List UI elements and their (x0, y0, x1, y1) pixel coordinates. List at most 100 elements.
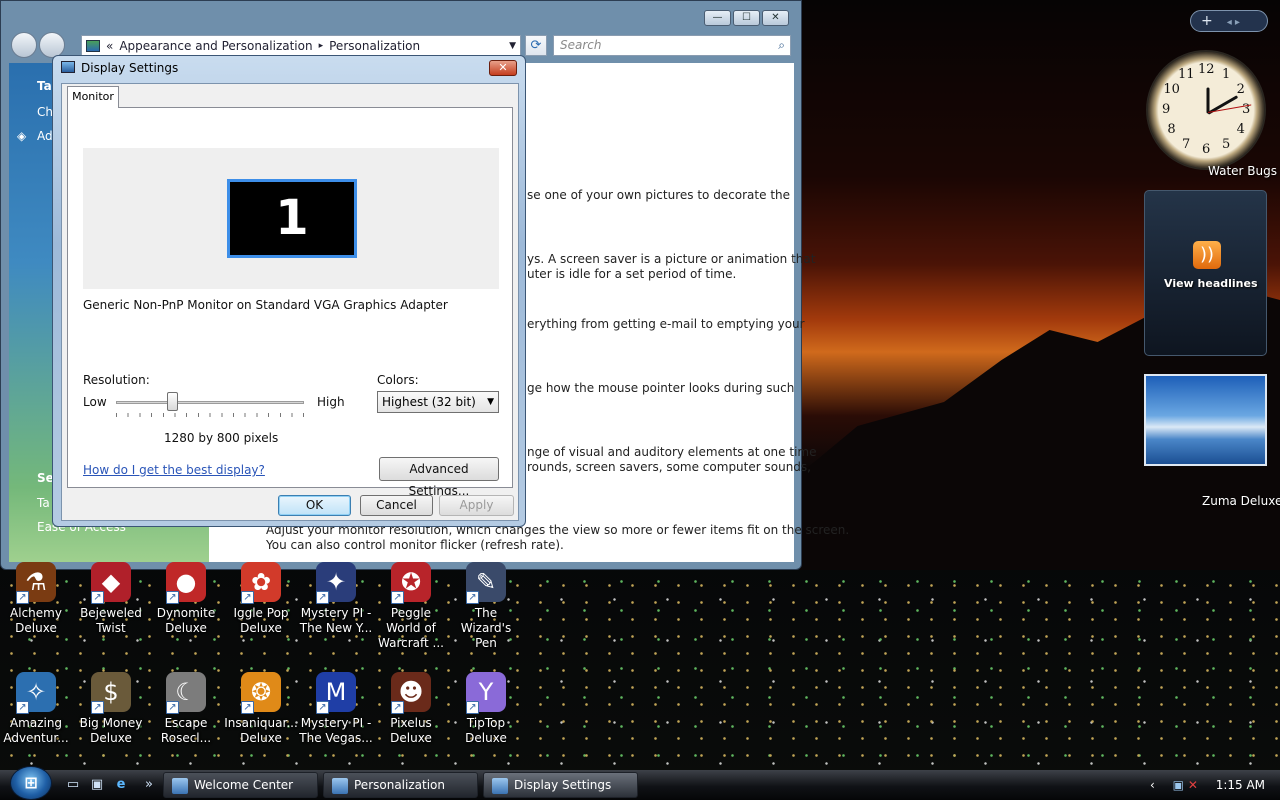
rss-feed-icon: )) (1193, 241, 1221, 269)
clock-gadget[interactable]: 12 1 2 3 4 5 6 7 8 9 10 11 (1146, 50, 1266, 170)
volume-muted-icon[interactable]: ✕ (1188, 778, 1198, 792)
search-input[interactable]: Search ⌕ (553, 35, 791, 56)
ok-button[interactable]: OK (278, 495, 351, 516)
desc-theme-1: nge of visual and auditory elements at o… (527, 445, 817, 459)
desktop-icon-peggle-world-of-warcraft[interactable]: ✪ ↗ Peggle World of Warcraft ... (373, 562, 449, 651)
clock-number: 1 (1222, 67, 1231, 83)
clock-time[interactable]: 1:15 AM (1216, 778, 1265, 792)
advanced-settings-button[interactable]: Advanced Settings... (379, 457, 499, 498)
desktop-icon-pixelus-deluxe[interactable]: ☻ ↗ Pixelus Deluxe (373, 672, 449, 746)
search-icon[interactable]: ⌕ (778, 36, 785, 55)
monitor-preview-area: 1 (83, 148, 499, 289)
desktop-icon-amazing-adventur[interactable]: ✧ ↗ Amazing Adventur... (0, 672, 74, 746)
breadcrumb-separator-icon[interactable]: ▸ (319, 41, 324, 51)
shortcut-arrow-icon: ↗ (316, 591, 329, 604)
add-gadget-icon[interactable]: + (1201, 13, 1213, 29)
tasks-heading: Ta (37, 79, 52, 93)
view-headlines-text[interactable]: View headlines (1164, 277, 1258, 290)
desc-theme-2: rounds, screen savers, some computer sou… (527, 460, 811, 474)
game-icon: ✪ ↗ (391, 562, 431, 604)
colors-dropdown[interactable]: Highest (32 bit) ▼ (377, 391, 499, 413)
see-also-link-1[interactable]: Ta (37, 496, 50, 510)
game-icon: ☻ ↗ (391, 672, 431, 714)
back-button[interactable] (11, 32, 37, 58)
clock-number: 7 (1182, 136, 1191, 152)
task-personalization[interactable]: Personalization (323, 772, 478, 798)
desktop-icon-label: Iggle Pop Deluxe (233, 606, 289, 635)
cancel-button[interactable]: Cancel (360, 495, 433, 516)
maximize-button[interactable]: ☐ (733, 10, 760, 26)
sidebar-gadget-controls[interactable]: + ◂ ▸ (1190, 10, 1268, 32)
desktop-icon-dynomite-deluxe[interactable]: ● ↗ Dynomite Deluxe (148, 562, 224, 636)
show-desktop-icon[interactable]: ▭ (64, 776, 82, 794)
clock-number: 4 (1236, 122, 1245, 137)
desktop-icon-label: Mystery PI - The Vegas... (299, 716, 373, 745)
resolution-label: Resolution: (83, 373, 150, 387)
game-icon: ✧ ↗ (16, 672, 56, 714)
address-dropdown-icon[interactable]: ▼ (509, 41, 516, 51)
breadcrumb-appearance[interactable]: Appearance and Personalization (119, 39, 312, 53)
best-display-help-link[interactable]: How do I get the best display? (83, 463, 265, 477)
desktop-icon-insaniquar-deluxe[interactable]: ❂ ↗ Insaniquar... Deluxe (223, 672, 299, 746)
desktop-icon-big-money-deluxe[interactable]: $ ↗ Big Money Deluxe (73, 672, 149, 746)
tab-monitor[interactable]: Monitor (67, 86, 119, 108)
slideshow-gadget[interactable] (1144, 374, 1267, 466)
desktop-icon-escape-rosecl[interactable]: ☾ ↗ Escape Rosecl... (148, 672, 224, 746)
switch-windows-icon[interactable]: ▣ (88, 776, 106, 794)
monitor-1-preview[interactable]: 1 (227, 179, 357, 258)
dialog-close-button[interactable]: ✕ (489, 60, 517, 76)
start-button[interactable]: ⊞ (10, 766, 52, 800)
game-glyph-icon: ◆ (101, 568, 121, 596)
clock-number: 8 (1167, 122, 1176, 137)
resolution-slider-thumb[interactable] (167, 392, 179, 411)
shortcut-arrow-icon: ↗ (166, 591, 179, 604)
internet-explorer-icon[interactable]: e (112, 776, 130, 794)
zuma-deluxe-label: Zuma Deluxe (1202, 494, 1280, 508)
desktop-icon-alchemy-deluxe[interactable]: ⚗ ↗ Alchemy Deluxe (0, 562, 74, 636)
feed-headlines-gadget[interactable]: )) View headlines (1144, 190, 1267, 356)
task-welcome-center[interactable]: Welcome Center (163, 772, 318, 798)
search-placeholder: Search (560, 38, 602, 52)
display-settings-dialog: Display Settings ✕ Monitor 1 Generic Non… (52, 55, 526, 527)
task-link-2[interactable]: Ad (37, 129, 53, 143)
close-button[interactable]: ✕ (762, 10, 789, 26)
resolution-slider-track[interactable] (116, 401, 304, 404)
network-icon[interactable]: ▣ (1173, 778, 1184, 792)
breadcrumb-personalization[interactable]: Personalization (329, 39, 420, 53)
resolution-low-label: Low (83, 395, 107, 409)
control-panel-icon (86, 39, 100, 52)
breadcrumb-overflow[interactable]: « (106, 39, 113, 53)
shortcut-arrow-icon: ↗ (316, 701, 329, 714)
game-glyph-icon: Y (478, 678, 494, 706)
task-label: Welcome Center (194, 778, 294, 792)
minimize-button[interactable]: — (704, 10, 731, 26)
shortcut-arrow-icon: ↗ (241, 701, 254, 714)
desktop-icon-label: Mystery PI - The New Y... (299, 606, 373, 635)
gadget-nav-arrows-icon[interactable]: ◂ ▸ (1227, 17, 1240, 28)
refresh-icon[interactable]: ⟳ (525, 35, 547, 56)
desktop-icon-tiptop-deluxe[interactable]: Y ↗ TipTop Deluxe (448, 672, 524, 746)
game-icon: ✦ ↗ (316, 562, 356, 604)
desktop-icon-mystery-pi-the-new-y[interactable]: ✦ ↗ Mystery PI - The New Y... (298, 562, 374, 636)
game-icon: $ ↗ (91, 672, 131, 714)
quick-launch-overflow-icon[interactable]: » (140, 776, 158, 794)
shortcut-arrow-icon: ↗ (91, 591, 104, 604)
clock-number: 12 (1198, 62, 1215, 77)
apply-button[interactable]: Apply (439, 495, 514, 516)
show-hidden-icons-arrow[interactable]: ‹ (1150, 778, 1155, 792)
desktop-icon-label: Bejeweled Twist (80, 606, 142, 635)
desktop-icon-bejeweled-twist[interactable]: ◆ ↗ Bejeweled Twist (73, 562, 149, 636)
game-icon: ⚗ ↗ (16, 562, 56, 604)
task-display-settings[interactable]: Display Settings (483, 772, 638, 798)
desktop-icon-the-wizard-s-pen[interactable]: ✎ ↗ The Wizard's Pen (448, 562, 524, 651)
shortcut-arrow-icon: ↗ (391, 701, 404, 714)
desktop-icon-mystery-pi-the-vegas[interactable]: M ↗ Mystery PI - The Vegas... (298, 672, 374, 746)
address-bar[interactable]: « Appearance and Personalization ▸ Perso… (81, 35, 521, 56)
shortcut-arrow-icon: ↗ (466, 591, 479, 604)
desc-screen-saver-2: uter is idle for a set period of time. (527, 267, 737, 281)
desc-screen-saver-1: ys. A screen saver is a picture or anima… (527, 252, 816, 266)
shortcut-arrow-icon: ↗ (16, 701, 29, 714)
desktop-icon-iggle-pop-deluxe[interactable]: ✿ ↗ Iggle Pop Deluxe (223, 562, 299, 636)
task-link-1[interactable]: Ch (37, 105, 53, 119)
shield-icon: ◈ (17, 129, 27, 143)
